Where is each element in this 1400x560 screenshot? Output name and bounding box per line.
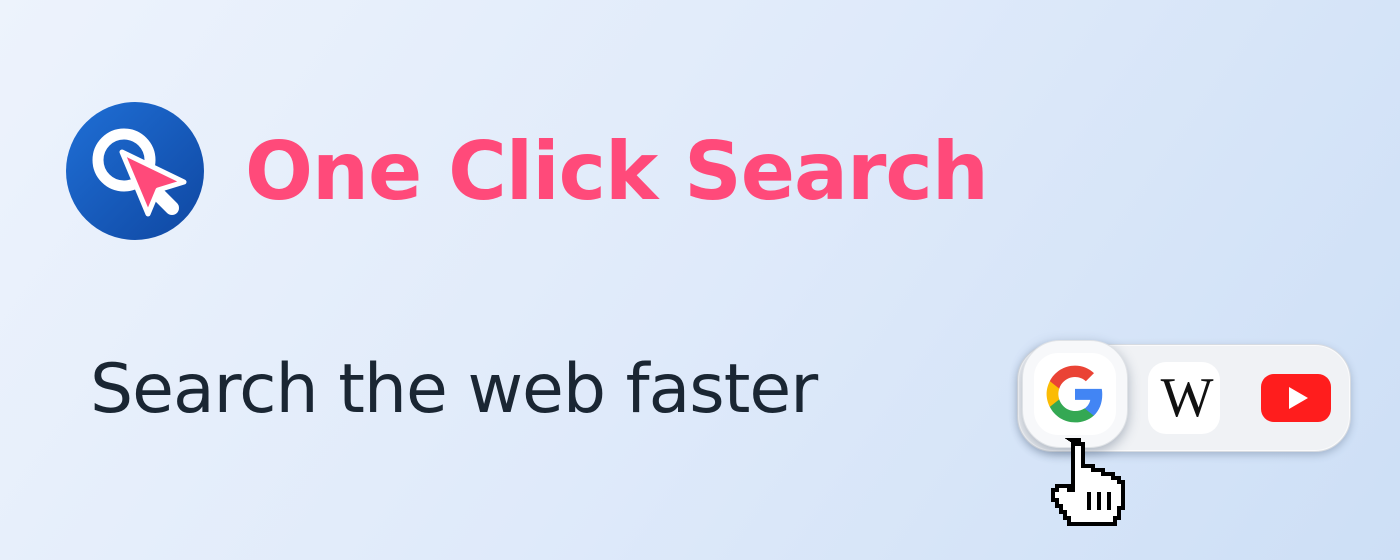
youtube-button[interactable] — [1260, 362, 1332, 434]
wikipedia-button[interactable]: W — [1148, 362, 1220, 434]
google-icon — [1034, 353, 1116, 435]
banner: { "brand": { "title": "One Click Search"… — [0, 0, 1400, 560]
hand-pointer-icon — [1051, 438, 1125, 526]
tagline: Search the web faster — [90, 350, 818, 429]
app-title: One Click Search — [245, 125, 989, 218]
magnifier-cursor-logo-icon — [66, 102, 204, 240]
google-button[interactable] — [1022, 340, 1128, 448]
wikipedia-icon: W — [1160, 367, 1214, 429]
youtube-icon — [1261, 374, 1331, 422]
